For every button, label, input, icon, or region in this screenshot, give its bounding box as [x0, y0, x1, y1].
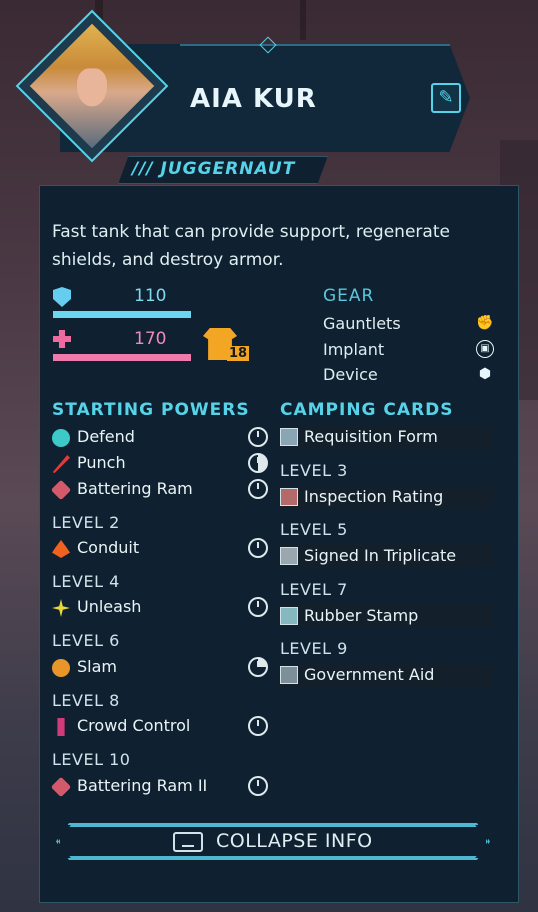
clock-icon: [248, 776, 268, 796]
clock-icon: [248, 716, 268, 736]
level-label: LEVEL 5: [280, 520, 348, 539]
power-label: Battering Ram: [77, 479, 193, 498]
gear-title: GEAR: [323, 286, 375, 306]
power-label: Defend: [77, 427, 135, 446]
level-label: LEVEL 4: [52, 572, 120, 591]
edit-icon: ✎: [438, 87, 454, 108]
card-icon: [280, 547, 298, 565]
card-label: Inspection Rating: [304, 487, 444, 506]
slam-icon: [52, 659, 70, 677]
camping-card-item[interactable]: Inspection Rating: [278, 485, 494, 509]
power-label: Punch: [77, 453, 126, 472]
card-label: Requisition Form: [304, 427, 438, 446]
device-icon: ⬢: [478, 366, 492, 382]
gear-item-device: Device: [323, 365, 378, 384]
camping-card-item[interactable]: Signed In Triplicate: [278, 544, 494, 568]
clock-icon: [248, 538, 268, 558]
card-label: Signed In Triplicate: [304, 546, 457, 565]
clock-icon: [248, 479, 268, 499]
card-icon: [280, 607, 298, 625]
clock-icon: [248, 453, 268, 473]
starting-powers-title: STARTING POWERS: [52, 400, 250, 420]
power-label: Conduit: [77, 538, 140, 557]
level-label: LEVEL 9: [280, 639, 348, 658]
shield-value: 110: [134, 286, 167, 306]
defend-icon: [52, 429, 70, 447]
level-label: LEVEL 3: [280, 461, 348, 480]
background-streak: [300, 0, 306, 40]
health-bar: [53, 354, 191, 361]
clock-icon: [248, 657, 268, 677]
camping-card-item[interactable]: Requisition Form: [278, 425, 494, 449]
card-label: Government Aid: [304, 665, 435, 684]
power-label: Slam: [77, 657, 117, 676]
card-icon: [280, 428, 298, 446]
character-name: AIA KUR: [190, 84, 317, 114]
camping-cards-title: CAMPING CARDS: [280, 400, 454, 420]
character-description: Fast tank that can provide support, rege…: [52, 222, 450, 270]
level-label: LEVEL 2: [52, 513, 120, 532]
level-label: LEVEL 6: [52, 631, 120, 650]
level-label: LEVEL 7: [280, 580, 348, 599]
class-name: /// JUGGERNAUT: [132, 159, 296, 179]
camping-card-item[interactable]: Government Aid: [278, 663, 494, 687]
header-divider: [180, 44, 450, 46]
card-icon: [280, 488, 298, 506]
gauntlet-icon: ✊: [476, 315, 494, 331]
clock-icon: [248, 427, 268, 447]
edit-button[interactable]: ✎: [431, 83, 461, 113]
card-label: Rubber Stamp: [304, 606, 419, 625]
armor-value: 18: [227, 346, 250, 361]
keyboard-key-icon: [173, 832, 203, 852]
shield-bar: [53, 311, 191, 318]
clock-icon: [248, 597, 268, 617]
health-value: 170: [134, 329, 167, 349]
gear-item-implant: Implant: [323, 340, 385, 359]
power-label: Battering Ram II: [77, 776, 208, 795]
level-label: LEVEL 10: [52, 750, 131, 769]
power-label: Unleash: [77, 597, 142, 616]
card-icon: [280, 666, 298, 684]
camping-card-item[interactable]: Rubber Stamp: [278, 604, 494, 628]
collapse-info-label: COLLAPSE INFO: [216, 830, 373, 852]
implant-icon: ▣: [476, 340, 494, 358]
power-label: Crowd Control: [77, 716, 191, 735]
level-label: LEVEL 8: [52, 691, 120, 710]
gear-item-gauntlets: Gauntlets: [323, 314, 401, 333]
